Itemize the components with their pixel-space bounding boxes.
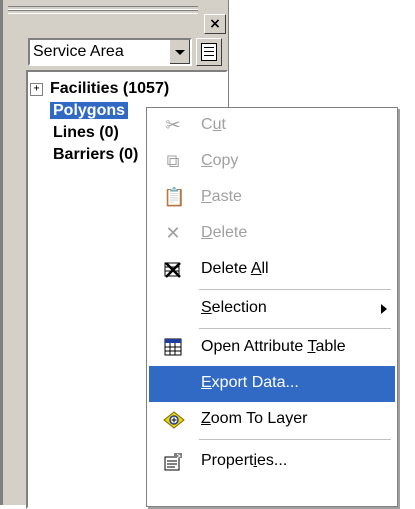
dropdown-arrow-icon[interactable] xyxy=(169,40,190,64)
close-button[interactable]: × xyxy=(204,14,226,34)
menu-item-properties[interactable]: Properties... xyxy=(149,444,395,480)
expand-icon[interactable]: + xyxy=(30,83,43,96)
menu-item-delete-all[interactable]: Delete All xyxy=(149,252,395,288)
layer-options-button[interactable] xyxy=(196,38,222,66)
zoom-to-layer-icon xyxy=(163,410,185,430)
list-icon xyxy=(201,43,217,61)
layer-select[interactable]: Service Area xyxy=(28,38,192,66)
menu-item-paste[interactable]: 📋 Paste xyxy=(149,180,395,216)
context-menu: ✂ Cut ⧉ Copy 📋 Paste ✕ Delete Delete All… xyxy=(146,107,398,507)
table-icon xyxy=(163,338,183,358)
menu-item-delete[interactable]: ✕ Delete xyxy=(149,216,395,252)
panel-titlebar[interactable]: × xyxy=(6,0,226,38)
tree-item-lines[interactable]: Lines (0) xyxy=(53,122,119,144)
menu-separator xyxy=(199,328,391,329)
menu-separator xyxy=(199,289,391,290)
menu-separator xyxy=(199,439,391,440)
tree-item-label: Facilities (1057) xyxy=(50,80,170,97)
tree-item-label: Polygons xyxy=(50,102,129,119)
paste-icon: 📋 xyxy=(163,187,186,208)
copy-icon: ⧉ xyxy=(166,151,180,172)
menu-item-copy[interactable]: ⧉ Copy xyxy=(149,144,395,180)
cut-icon: ✂ xyxy=(165,115,181,136)
submenu-arrow-icon xyxy=(381,304,387,314)
delete-all-icon xyxy=(163,260,183,280)
menu-item-cut[interactable]: ✂ Cut xyxy=(149,108,395,144)
delete-icon: ✕ xyxy=(165,223,181,244)
tree-item-label: Barriers (0) xyxy=(53,146,139,163)
layer-select-value: Service Area xyxy=(33,43,124,60)
tree-item-barriers[interactable]: Barriers (0) xyxy=(53,144,138,166)
grip-line xyxy=(8,10,198,14)
close-icon: × xyxy=(209,16,221,32)
panel-left-border xyxy=(0,0,3,505)
tree-item-label: Lines (0) xyxy=(53,124,119,141)
tree-item-polygons[interactable]: Polygons xyxy=(50,100,129,122)
menu-item-zoom-to-layer[interactable]: Zoom To Layer xyxy=(149,402,395,438)
menu-item-export-data[interactable]: Export Data... xyxy=(149,366,395,402)
menu-item-open-attribute-table[interactable]: Open Attribute Table xyxy=(149,330,395,366)
properties-icon xyxy=(163,452,183,472)
tree-item-facilities[interactable]: + Facilities (1057) xyxy=(30,78,170,100)
menu-item-selection[interactable]: Selection xyxy=(149,291,395,327)
